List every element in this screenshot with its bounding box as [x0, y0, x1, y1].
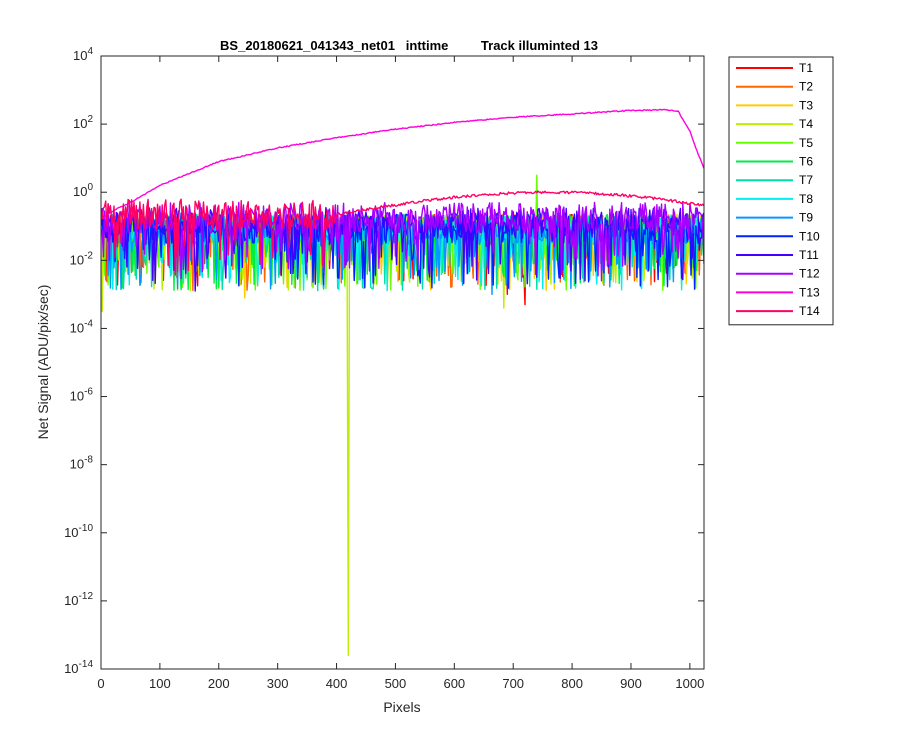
- x-tick-label: 1000: [675, 676, 704, 691]
- legend-label: T2: [799, 80, 813, 94]
- y-tick-label: 102: [73, 114, 93, 131]
- legend-label: T11: [799, 248, 819, 262]
- y-tick-label: 104: [73, 46, 93, 63]
- legend-label: T1: [799, 61, 813, 75]
- legend-label: T13: [799, 285, 820, 299]
- x-tick-label: 400: [326, 676, 348, 691]
- x-tick-label: 900: [620, 676, 642, 691]
- legend-label: T4: [799, 117, 813, 131]
- legend: T1 T2 T3 T4 T5 T6 T7 T8 T9 T10 T11 T12 T13 T14: [728, 56, 834, 326]
- legend-label: T3: [799, 98, 813, 112]
- x-axis-label: Pixels: [383, 699, 420, 715]
- legend-label: T7: [799, 173, 813, 187]
- y-tick-label: 100: [73, 182, 93, 199]
- x-tick-label: 0: [97, 676, 104, 691]
- legend-label: T8: [799, 192, 813, 206]
- y-tick-label: 10-14: [64, 659, 93, 676]
- y-tick-label: 10-2: [70, 250, 94, 267]
- chart: BS_20180621_041343_net01 inttime Track i…: [35, 38, 834, 715]
- x-tick-label: 300: [267, 676, 289, 691]
- y-tick-label: 10-10: [64, 523, 93, 540]
- y-tick-label: 10-12: [64, 591, 93, 608]
- legend-label: T12: [799, 267, 820, 281]
- y-tick-label: 10-4: [70, 318, 94, 335]
- x-tick-label: 100: [149, 676, 171, 691]
- legend-label: T5: [799, 136, 813, 150]
- y-axis-label: Net Signal (ADU/pix/sec): [35, 285, 51, 440]
- y-tick-label: 10-6: [70, 387, 94, 404]
- x-tick-label: 700: [502, 676, 524, 691]
- x-tick-label: 800: [561, 676, 583, 691]
- legend-label: T14: [799, 304, 820, 318]
- x-tick-label: 500: [385, 676, 407, 691]
- chart-title: BS_20180621_041343_net01 inttime Track i…: [220, 38, 598, 53]
- legend-label: T9: [799, 211, 813, 225]
- legend-label: T10: [799, 229, 820, 243]
- y-tick-label: 10-8: [70, 455, 94, 472]
- x-tick-label: 200: [208, 676, 230, 691]
- legend-label: T6: [799, 155, 813, 169]
- x-tick-label: 600: [443, 676, 465, 691]
- plot-area: [101, 56, 704, 669]
